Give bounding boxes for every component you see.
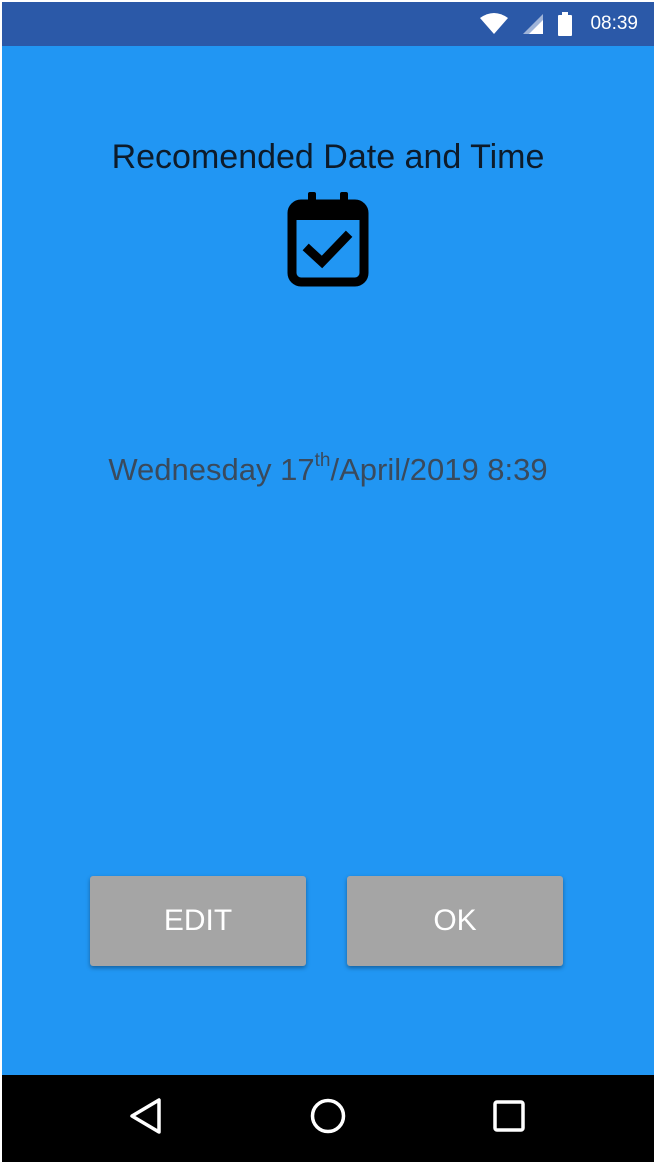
wifi-icon [480,13,509,35]
navigation-bar [2,1075,654,1162]
recommended-date: Wednesday 17th/April/2019 8:39 [2,450,654,488]
date-rest: /April/2019 8:39 [330,452,548,487]
page-title: Recomended Date and Time [111,138,545,176]
edit-button[interactable]: EDIT [90,876,306,966]
home-icon [309,1097,347,1140]
status-time: 08:39 [590,13,638,34]
battery-icon [558,12,573,36]
date-day-number: 17 [280,452,315,487]
status-icons: 08:39 [480,2,638,46]
date-day-name: Wednesday [108,452,272,487]
recents-button[interactable] [459,1075,559,1162]
back-button[interactable] [96,1075,196,1162]
date-ordinal-suffix: th [314,450,331,471]
app-screen: 08:39 Recomended Date and Time Wednesday… [2,2,654,1162]
back-icon [128,1097,164,1140]
cell-signal-icon [522,13,544,35]
home-button[interactable] [278,1075,378,1162]
recents-icon [492,1099,526,1138]
ok-button[interactable]: OK [347,876,563,966]
calendar-check-icon [282,190,374,290]
status-bar: 08:39 [2,2,654,46]
